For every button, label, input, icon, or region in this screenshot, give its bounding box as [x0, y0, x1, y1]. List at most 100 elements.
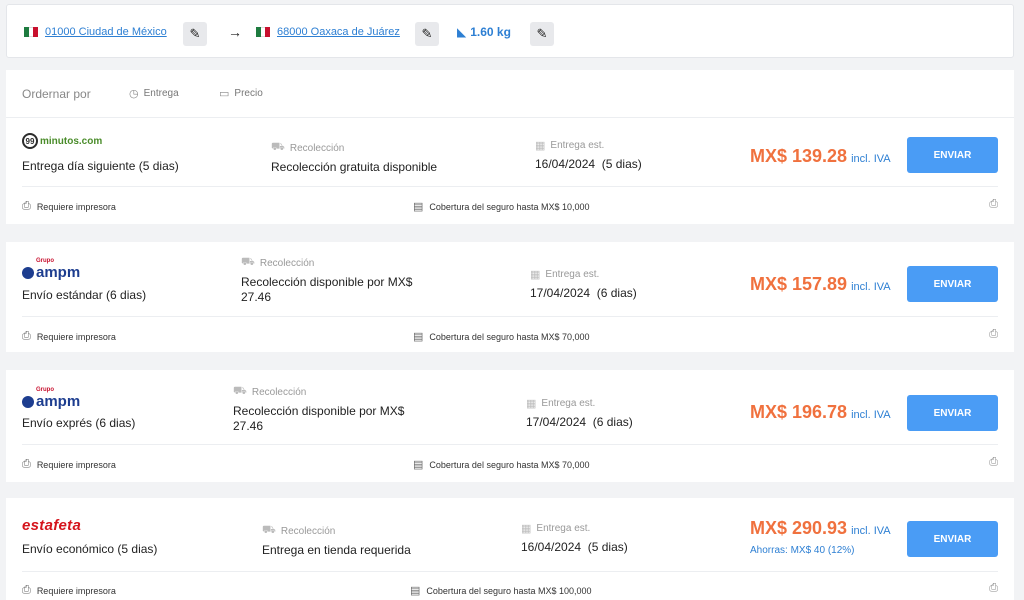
pickup-label: ⛟ Recolección [233, 385, 307, 398]
delivery-label: ▦ Entrega est. [526, 398, 596, 410]
sort-bar: Ordernar por ◷ Entrega ▭ Precio [6, 70, 1014, 118]
price-value: MX$ 290.93 [750, 518, 848, 538]
divider [22, 186, 998, 187]
edit-weight-button[interactable]: ✎ [530, 22, 554, 46]
price: MX$ 196.78 incl. IVA [750, 402, 891, 423]
printer-icon: ⎙ [22, 200, 31, 212]
printer-icon: ⎙ [22, 458, 31, 470]
ampm-dot-icon [22, 266, 34, 279]
origin-link[interactable]: 01000 Ciudad de México [45, 26, 167, 38]
pickup-label: ⛟ Recolección [241, 256, 315, 269]
carrier-logo: Grupo ampm [22, 387, 81, 410]
pencil-icon: ✎ [536, 26, 548, 41]
pickup-label: ⛟ Recolección [271, 141, 345, 154]
document-icon: ▤ [413, 331, 424, 343]
carrier-logo: estafeta [22, 517, 82, 534]
requires-printer: ⎙ Requiere impresora [22, 458, 116, 470]
send-button[interactable]: ENVIAR [907, 395, 998, 431]
service-name: Envío económico (5 dias) [22, 542, 158, 556]
delivery-value: 17/04/2024 (6 dias) [530, 286, 637, 300]
printer-icon[interactable]: ⎙ [989, 198, 998, 211]
requires-printer: ⎙ Requiere impresora [22, 330, 116, 342]
ruler-triangle-icon: ◣ [457, 25, 467, 39]
incl-iva-label: incl. IVA [851, 525, 891, 537]
printer-icon: ⎙ [22, 330, 31, 342]
sort-by-delivery[interactable]: ◷ Entrega [129, 87, 179, 100]
price: MX$ 290.93 incl. IVA [750, 518, 891, 539]
carrier-logo: 99 minutos.com [22, 133, 102, 149]
sort-option-label: Entrega [143, 88, 179, 99]
pickup-block: ⛟ Recolección Recolección disponible por … [233, 385, 433, 434]
delivery-label: ▦ Entrega est. [535, 140, 605, 152]
sort-by-price[interactable]: ▭ Precio [219, 87, 263, 100]
calendar-icon: ▦ [526, 398, 537, 410]
destination[interactable]: 68000 Oaxaca de Juárez [256, 5, 400, 59]
delivery-block: ▦ Entrega est. 16/04/2024 (5 dias) [521, 522, 628, 555]
divider [22, 444, 998, 445]
price-value: MX$ 157.89 [750, 274, 848, 294]
cart-icon: ⛟ [241, 256, 255, 268]
pencil-icon: ✎ [421, 26, 433, 41]
insurance-coverage: ▤ Cobertura del seguro hasta MX$ 100,000 [410, 585, 592, 597]
document-icon: ▤ [410, 585, 421, 597]
logo-prefix: Grupo [36, 387, 54, 393]
logo-prefix: 99 [22, 133, 38, 149]
requires-printer: ⎙ Requiere impresora [22, 200, 116, 212]
delivery-block: ▦ Entrega est. 17/04/2024 (6 dias) [526, 397, 633, 430]
carrier-logo: Grupo ampm [22, 258, 80, 281]
requires-printer: ⎙ Requiere impresora [22, 584, 116, 596]
edit-origin-button[interactable]: ✎ [183, 22, 207, 46]
sort-label: Ordernar por [22, 87, 91, 101]
edit-destination-button[interactable]: ✎ [415, 22, 439, 46]
incl-iva-label: incl. IVA [851, 153, 891, 165]
carrier-card: Grupo ampm Envío estándar (6 dias) ⛟ Reco… [6, 242, 1014, 352]
mexico-flag-icon [256, 27, 271, 37]
pickup-block: ⛟ Recolección Entrega en tienda requerida [262, 524, 411, 558]
logo-prefix: Grupo [36, 258, 54, 264]
printer-icon[interactable]: ⎙ [989, 582, 998, 595]
pickup-block: ⛟ Recolección Recolección disponible por … [241, 256, 441, 305]
divider [22, 571, 998, 572]
printer-icon[interactable]: ⎙ [989, 328, 998, 341]
origin[interactable]: 01000 Ciudad de México [24, 5, 167, 59]
delivery-block: ▦ Entrega est. 16/04/2024 (5 dias) [535, 139, 642, 172]
carrier-card: estafeta Envío económico (5 dias) ⛟ Recol… [6, 498, 1014, 600]
savings-text: Ahorras: MX$ 40 (12%) [750, 545, 855, 556]
arrow-right-icon: → [228, 24, 242, 40]
sort-option-label: Precio [234, 88, 263, 99]
pickup-block: ⛟ Recolección Recolección gratuita dispon… [271, 141, 437, 175]
mexico-flag-icon [24, 27, 39, 37]
printer-icon[interactable]: ⎙ [989, 456, 998, 469]
price: MX$ 157.89 incl. IVA [750, 274, 891, 295]
pickup-value: Recolección disponible por MX$ 27.46 [233, 404, 405, 433]
delivery-value: 17/04/2024 (6 dias) [526, 415, 633, 429]
pickup-value: Entrega en tienda requerida [262, 543, 411, 557]
service-name: Envío estándar (6 dias) [22, 288, 147, 302]
weight-value: 1.60 kg [470, 25, 511, 39]
carrier-card: 99 minutos.com Entrega día siguiente (5 … [6, 118, 1014, 224]
pickup-value: Recolección gratuita disponible [271, 160, 438, 174]
divider [22, 316, 998, 317]
logo-text: ampm [36, 393, 81, 410]
price-value: MX$ 196.78 [750, 402, 848, 422]
send-button[interactable]: ENVIAR [907, 266, 998, 302]
pickup-value: Recolección disponible por MX$ 27.46 [241, 275, 413, 304]
calendar-icon: ▦ [521, 523, 532, 535]
calendar-icon: ▦ [535, 140, 546, 152]
price: MX$ 139.28 incl. IVA [750, 146, 891, 167]
destination-link[interactable]: 68000 Oaxaca de Juárez [277, 26, 400, 38]
delivery-value: 16/04/2024 (5 dias) [535, 157, 642, 171]
weight[interactable]: ◣ 1.60 kg [457, 5, 511, 59]
document-icon: ▤ [413, 201, 424, 213]
send-button[interactable]: ENVIAR [907, 521, 998, 557]
delivery-value: 16/04/2024 (5 dias) [521, 540, 628, 554]
service-name: Envío exprés (6 dias) [22, 416, 136, 430]
incl-iva-label: incl. IVA [851, 281, 891, 293]
incl-iva-label: incl. IVA [851, 409, 891, 421]
send-button[interactable]: ENVIAR [907, 137, 998, 173]
ampm-dot-icon [22, 395, 34, 408]
insurance-coverage: ▤ Cobertura del seguro hasta MX$ 10,000 [413, 201, 590, 213]
cart-icon: ⛟ [233, 385, 247, 397]
cart-icon: ⛟ [262, 524, 276, 536]
document-icon: ▤ [413, 459, 424, 471]
